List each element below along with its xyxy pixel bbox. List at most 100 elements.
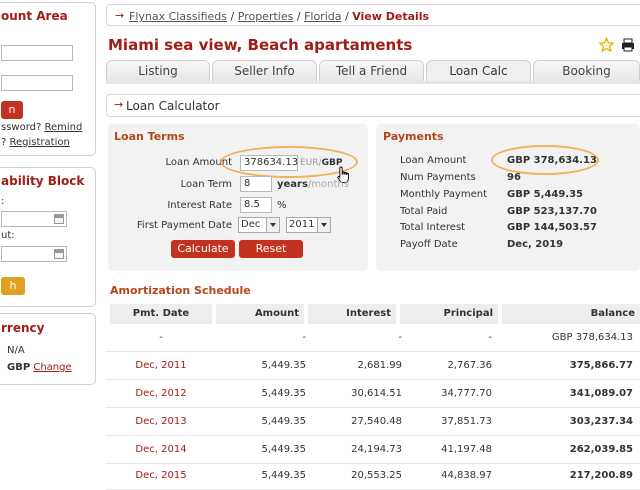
print-icon[interactable] bbox=[621, 38, 635, 52]
reset-button[interactable]: Reset bbox=[239, 240, 303, 258]
cell-balance: GBP 378,634.13 bbox=[551, 332, 633, 343]
cell-date: Dec, 2011 bbox=[135, 360, 187, 371]
cell-interest: 30,614.51 bbox=[351, 388, 402, 399]
search-button[interactable]: h bbox=[1, 277, 25, 295]
cell-balance: 341,089.07 bbox=[569, 388, 633, 399]
cell-principal: 41,197.48 bbox=[441, 444, 492, 455]
cell-principal: 2,767.36 bbox=[447, 360, 492, 371]
cell-amount: 5,449.35 bbox=[261, 444, 306, 455]
tab-seller-info[interactable]: Seller Info bbox=[212, 60, 317, 82]
months-option[interactable]: months bbox=[311, 179, 349, 190]
cell-balance: 375,866.77 bbox=[569, 360, 633, 371]
column-header-date: Pmt. Date bbox=[110, 304, 212, 324]
payment-label-num-payments: Num Payments bbox=[400, 172, 476, 183]
breadcrumb: → Flynax Classifieds / Properties / Flor… bbox=[106, 4, 640, 26]
amortization-title: Amortization Schedule bbox=[110, 284, 251, 297]
account-area-title: ount Area bbox=[1, 9, 68, 23]
month-value: Dec bbox=[241, 219, 261, 230]
payment-value-monthly: GBP 5,449.35 bbox=[507, 189, 583, 200]
loan-term-unit-switch: years/months bbox=[277, 179, 349, 190]
table-row: Dec, 2011 5,449.35 2,681.99 2,767.36 375… bbox=[106, 352, 640, 380]
check-out-input[interactable] bbox=[1, 246, 67, 262]
cell-date: Dec, 2013 bbox=[135, 416, 187, 427]
payment-value-num-payments: 96 bbox=[507, 172, 521, 183]
currency-box: rrency N/A GBP Change bbox=[0, 313, 96, 385]
loan-terms-panel: Loan Terms bbox=[108, 124, 368, 271]
currency-title: rrency bbox=[1, 321, 45, 335]
table-row: Dec, 2015 5,449.35 20,553.25 44,838.97 2… bbox=[106, 462, 640, 490]
calculate-button[interactable]: Calculate bbox=[171, 240, 235, 258]
payment-label-monthly: Monthly Payment bbox=[400, 189, 487, 200]
chevron-down-icon bbox=[266, 218, 279, 232]
cell-amount: 5,449.35 bbox=[261, 416, 306, 427]
payment-label-total-interest: Total Interest bbox=[400, 222, 466, 233]
first-payment-label: First Payment Date bbox=[136, 220, 232, 231]
chevron-down-icon bbox=[317, 218, 330, 232]
currency-change-link[interactable]: Change bbox=[33, 362, 71, 373]
cell-principal: 37,851.73 bbox=[441, 416, 492, 427]
breadcrumb-separator: / bbox=[344, 10, 349, 23]
years-option[interactable]: years bbox=[277, 179, 308, 190]
forgot-password-label: ssword? bbox=[1, 122, 42, 133]
breadcrumb-florida[interactable]: Florida bbox=[304, 10, 341, 23]
interest-rate-value: 8.5 bbox=[244, 199, 260, 210]
remind-link[interactable]: Remind bbox=[45, 122, 83, 133]
cell-date: Dec, 2012 bbox=[135, 388, 187, 399]
loan-terms-title: Loan Terms bbox=[114, 130, 185, 143]
cell-date: - bbox=[159, 332, 163, 343]
interest-rate-label: Interest Rate bbox=[167, 200, 232, 211]
cell-amount: - bbox=[302, 332, 306, 343]
table-row: - - - - GBP 378,634.13 bbox=[106, 324, 640, 352]
currency-na: N/A bbox=[7, 345, 25, 356]
tab-tell-a-friend[interactable]: Tell a Friend bbox=[319, 60, 424, 82]
payment-value-total-interest: GBP 144,503.57 bbox=[507, 222, 597, 233]
table-row: Dec, 2014 5,449.35 24,194.73 41,197.48 2… bbox=[106, 436, 640, 464]
check-out-label: ut: bbox=[1, 230, 15, 241]
cell-interest: - bbox=[398, 332, 402, 343]
tab-loan-calc[interactable]: Loan Calc bbox=[426, 60, 531, 82]
loan-amount-label: Loan Amount bbox=[165, 157, 232, 168]
loan-term-label: Loan Term bbox=[180, 179, 232, 190]
calendar-icon[interactable] bbox=[54, 214, 64, 224]
tab-booking[interactable]: Booking bbox=[533, 60, 640, 82]
cell-amount: 5,449.35 bbox=[261, 388, 306, 399]
cell-principal: 44,838.97 bbox=[441, 470, 492, 481]
account-area-box: ount Area n ssword? Remind ? Registratio… bbox=[0, 2, 96, 156]
favorite-star-icon[interactable] bbox=[598, 37, 615, 53]
calendar-icon[interactable] bbox=[54, 249, 64, 259]
cell-date: Dec, 2014 bbox=[135, 444, 187, 455]
listing-title: Miami sea view, Beach apartaments bbox=[108, 36, 413, 54]
loan-calculator-header: → Loan Calculator bbox=[106, 94, 640, 117]
payment-loan-amount-highlight bbox=[491, 145, 599, 175]
check-in-input[interactable] bbox=[1, 211, 67, 227]
cell-interest: 24,194.73 bbox=[351, 444, 402, 455]
interest-rate-input[interactable]: 8.5 bbox=[240, 197, 272, 213]
cell-amount: 5,449.35 bbox=[261, 360, 306, 371]
tab-underline bbox=[106, 81, 640, 84]
loan-term-input[interactable]: 8 bbox=[240, 176, 272, 192]
password-input[interactable] bbox=[1, 75, 73, 91]
first-payment-year-select[interactable]: 2011 bbox=[286, 217, 331, 233]
username-input[interactable] bbox=[1, 45, 73, 61]
check-in-label: : bbox=[1, 196, 5, 207]
payment-label-payoff-date: Payoff Date bbox=[400, 239, 458, 250]
table-row: Dec, 2013 5,449.35 27,540.48 37,851.73 3… bbox=[106, 408, 640, 436]
first-payment-month-select[interactable]: Dec bbox=[238, 217, 280, 233]
cell-principal: 34,777.70 bbox=[441, 388, 492, 399]
breadcrumb-separator: / bbox=[230, 10, 235, 23]
cell-interest: 2,681.99 bbox=[357, 360, 402, 371]
currency-current: GBP Change bbox=[7, 362, 72, 373]
breadcrumb-properties[interactable]: Properties bbox=[238, 10, 294, 23]
breadcrumb-home[interactable]: Flynax Classifieds bbox=[129, 10, 227, 23]
login-button[interactable]: n bbox=[1, 101, 23, 119]
cell-principal: - bbox=[488, 332, 492, 343]
cell-balance: 262,039.85 bbox=[569, 444, 633, 455]
column-header-principal: Principal bbox=[400, 304, 498, 324]
registration-prefix: ? bbox=[1, 137, 7, 148]
arrow-right-icon: → bbox=[114, 98, 124, 111]
breadcrumb-separator: / bbox=[296, 10, 301, 23]
cell-interest: 27,540.48 bbox=[351, 416, 402, 427]
forgot-password-line: ssword? Remind bbox=[1, 122, 82, 133]
registration-link[interactable]: Registration bbox=[10, 137, 70, 148]
tab-listing[interactable]: Listing bbox=[106, 60, 210, 82]
